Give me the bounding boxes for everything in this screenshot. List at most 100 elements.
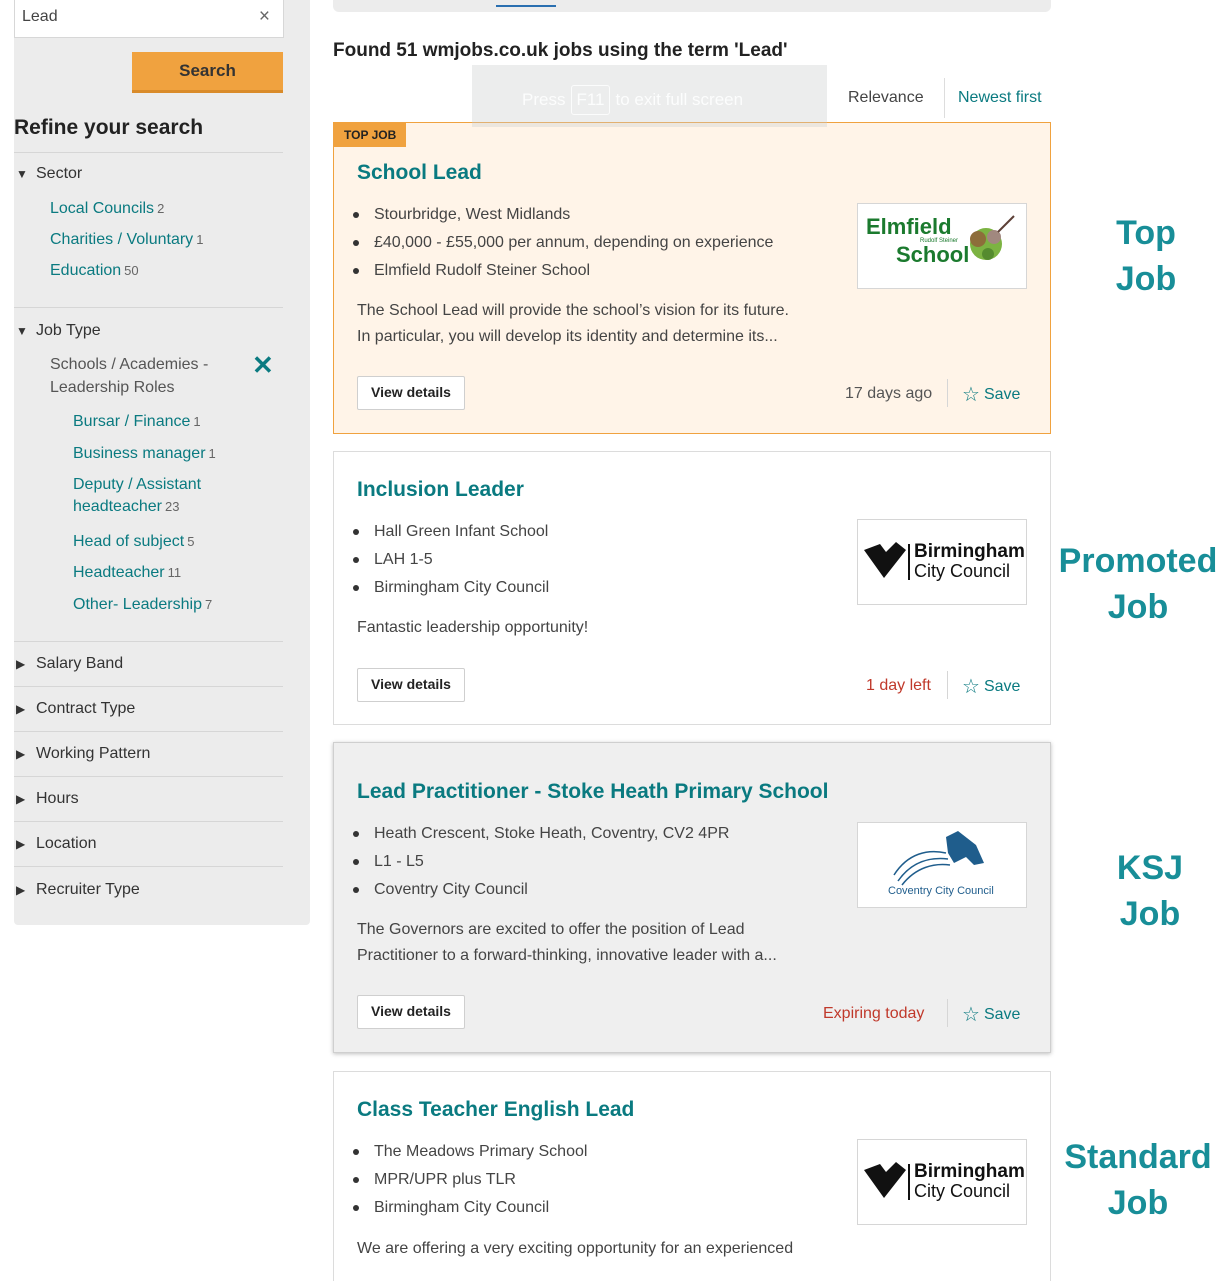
view-details-button[interactable]: View details xyxy=(357,995,465,1029)
active-tab-indicator xyxy=(496,5,556,7)
job-card-standard: Class Teacher English Lead The Meadows P… xyxy=(333,1071,1051,1281)
job-employer: Elmfield Rudolf Steiner School xyxy=(348,257,773,285)
selected-job-type: Schools / Academies - Leadership Roles xyxy=(50,356,209,396)
job-employer: Birmingham City Council xyxy=(348,574,549,602)
triangle-down-icon: ▼ xyxy=(16,324,28,338)
job-salary: L1 - L5 xyxy=(348,848,729,876)
divider xyxy=(14,866,283,867)
divider xyxy=(947,671,948,699)
divider xyxy=(14,731,283,732)
logo-text-elmfield: Elmfield xyxy=(866,214,952,239)
triangle-right-icon: ▶ xyxy=(16,657,26,671)
divider xyxy=(944,78,945,118)
job-location: Stourbridge, West Midlands xyxy=(348,201,773,229)
facet-salary-band-toggle[interactable]: ▶ Salary Band xyxy=(16,655,123,673)
logo-text-birmingham: Birmingham xyxy=(914,541,1025,562)
facet-hours-toggle[interactable]: ▶ Hours xyxy=(16,790,79,808)
save-job-button[interactable]: ☆ Save xyxy=(962,674,1020,699)
divider xyxy=(14,641,283,642)
posted-date: 17 days ago xyxy=(845,385,933,402)
job-title-link[interactable]: Inclusion Leader xyxy=(357,478,524,502)
job-employer: Coventry City Council xyxy=(348,876,729,904)
facet-link-business-manager[interactable]: Business manager 1 xyxy=(73,445,216,463)
facet-link-bursar[interactable]: Bursar / Finance 1 xyxy=(73,413,201,431)
facet-job-type-toggle[interactable]: ▼ Job Type xyxy=(16,322,101,340)
job-salary: £40,000 - £55,000 per annum, depending o… xyxy=(348,229,773,257)
facet-recruiter-type-toggle[interactable]: ▶ Recruiter Type xyxy=(16,881,140,899)
results-heading: Found 51 wmjobs.co.uk jobs using the ter… xyxy=(333,40,788,61)
job-salary: MPR/UPR plus TLR xyxy=(348,1166,587,1194)
job-description: The School Lead will provide the school’… xyxy=(357,302,789,345)
view-details-button[interactable]: View details xyxy=(357,668,465,702)
facet-link-charities[interactable]: Charities / Voluntary 1 xyxy=(50,231,203,249)
facet-link-local-councils[interactable]: Local Councils 2 xyxy=(50,200,164,218)
job-salary: LAH 1-5 xyxy=(348,546,549,574)
divider xyxy=(14,152,283,153)
job-location: The Meadows Primary School xyxy=(348,1138,587,1166)
employer-logo-birmingham[interactable]: Birmingham City Council xyxy=(857,519,1027,605)
facet-link-deputy-assistant[interactable]: Deputy / Assistant headteacher 23 xyxy=(73,476,201,516)
sort-newest-first[interactable]: Newest first xyxy=(958,89,1042,107)
annotation-promoted-job: Promoted Job xyxy=(1058,542,1218,626)
sort-relevance[interactable]: Relevance xyxy=(848,89,924,107)
divider xyxy=(14,686,283,687)
logo-divider xyxy=(908,1164,910,1200)
employer-logo-birmingham[interactable]: Birmingham City Council xyxy=(857,1139,1027,1225)
facet-contract-type-toggle[interactable]: ▶ Contract Type xyxy=(16,700,135,718)
job-description: We are offering a very exciting opportun… xyxy=(357,1240,794,1257)
job-employer: Birmingham City Council xyxy=(348,1194,587,1222)
job-title-link[interactable]: School Lead xyxy=(357,161,482,185)
divider xyxy=(947,999,948,1027)
logo-divider xyxy=(908,544,910,580)
triangle-right-icon: ▶ xyxy=(16,702,26,716)
search-input-value[interactable]: Lead xyxy=(22,8,58,26)
star-icon: ☆ xyxy=(962,676,980,698)
triangle-right-icon: ▶ xyxy=(16,792,26,806)
job-description: The Governors are excited to offer the p… xyxy=(357,921,777,964)
job-facts: Hall Green Infant School LAH 1-5 Birming… xyxy=(348,518,549,602)
facet-link-education[interactable]: Education 50 xyxy=(50,262,139,280)
triangle-right-icon: ▶ xyxy=(16,747,26,761)
deadline-status: Expiring today xyxy=(823,1005,925,1022)
triangle-down-icon: ▼ xyxy=(16,167,28,181)
logo-text-city-council: City Council xyxy=(914,1181,1011,1201)
annotation-standard-job: Standard Job xyxy=(1064,1138,1212,1222)
facet-link-head-of-subject[interactable]: Head of subject 5 xyxy=(73,533,194,551)
job-card-promoted: Inclusion Leader Hall Green Infant Schoo… xyxy=(333,451,1051,725)
remove-filter-icon[interactable]: ✕ xyxy=(252,350,274,381)
fullscreen-notice: Press F11 to exit full screen xyxy=(472,65,827,127)
job-card-ksj: Lead Practitioner - Stoke Heath Primary … xyxy=(333,742,1051,1053)
keyword-search-input[interactable]: Lead × xyxy=(14,0,284,38)
employer-logo-coventry[interactable]: Coventry City Council xyxy=(857,822,1027,908)
divider xyxy=(14,821,283,822)
facet-link-headteacher[interactable]: Headteacher 11 xyxy=(73,564,181,582)
facet-working-pattern-toggle[interactable]: ▶ Working Pattern xyxy=(16,745,150,763)
logo-text-school: School xyxy=(896,242,970,267)
job-facts: Stourbridge, West Midlands £40,000 - £55… xyxy=(348,201,773,285)
job-card-top: TOP JOB School Lead Stourbridge, West Mi… xyxy=(333,122,1051,434)
search-button[interactable]: Search xyxy=(132,52,283,93)
top-job-badge: TOP JOB xyxy=(334,123,407,147)
star-icon: ☆ xyxy=(962,1004,980,1026)
job-location: Hall Green Infant School xyxy=(348,518,549,546)
clear-search-icon[interactable]: × xyxy=(259,6,270,28)
view-details-button[interactable]: View details xyxy=(357,376,465,410)
employer-logo-elmfield[interactable]: Elmfield Rudolf Steiner School xyxy=(857,203,1027,289)
job-title-link[interactable]: Lead Practitioner - Stoke Heath Primary … xyxy=(357,780,828,804)
job-facts: Heath Crescent, Stoke Heath, Coventry, C… xyxy=(348,820,729,904)
triangle-right-icon: ▶ xyxy=(16,837,26,851)
facet-location-toggle[interactable]: ▶ Location xyxy=(16,835,97,853)
divider xyxy=(947,379,948,407)
deadline-status: 1 day left xyxy=(866,677,931,694)
job-title-link[interactable]: Class Teacher English Lead xyxy=(357,1098,634,1122)
logo-text-coventry: Coventry City Council xyxy=(888,885,994,897)
f11-key: F11 xyxy=(571,85,610,115)
divider xyxy=(14,776,283,777)
save-job-button[interactable]: ☆ Save xyxy=(962,1002,1020,1027)
annotation-top-job: Top Job xyxy=(1115,214,1177,298)
job-facts: The Meadows Primary School MPR/UPR plus … xyxy=(348,1138,587,1222)
save-job-button[interactable]: ☆ Save xyxy=(962,382,1020,407)
facet-link-other-leadership[interactable]: Other- Leadership 7 xyxy=(73,596,212,614)
job-description: Fantastic leadership opportunity! xyxy=(357,619,589,636)
facet-sector-toggle[interactable]: ▼ Sector xyxy=(16,165,82,183)
